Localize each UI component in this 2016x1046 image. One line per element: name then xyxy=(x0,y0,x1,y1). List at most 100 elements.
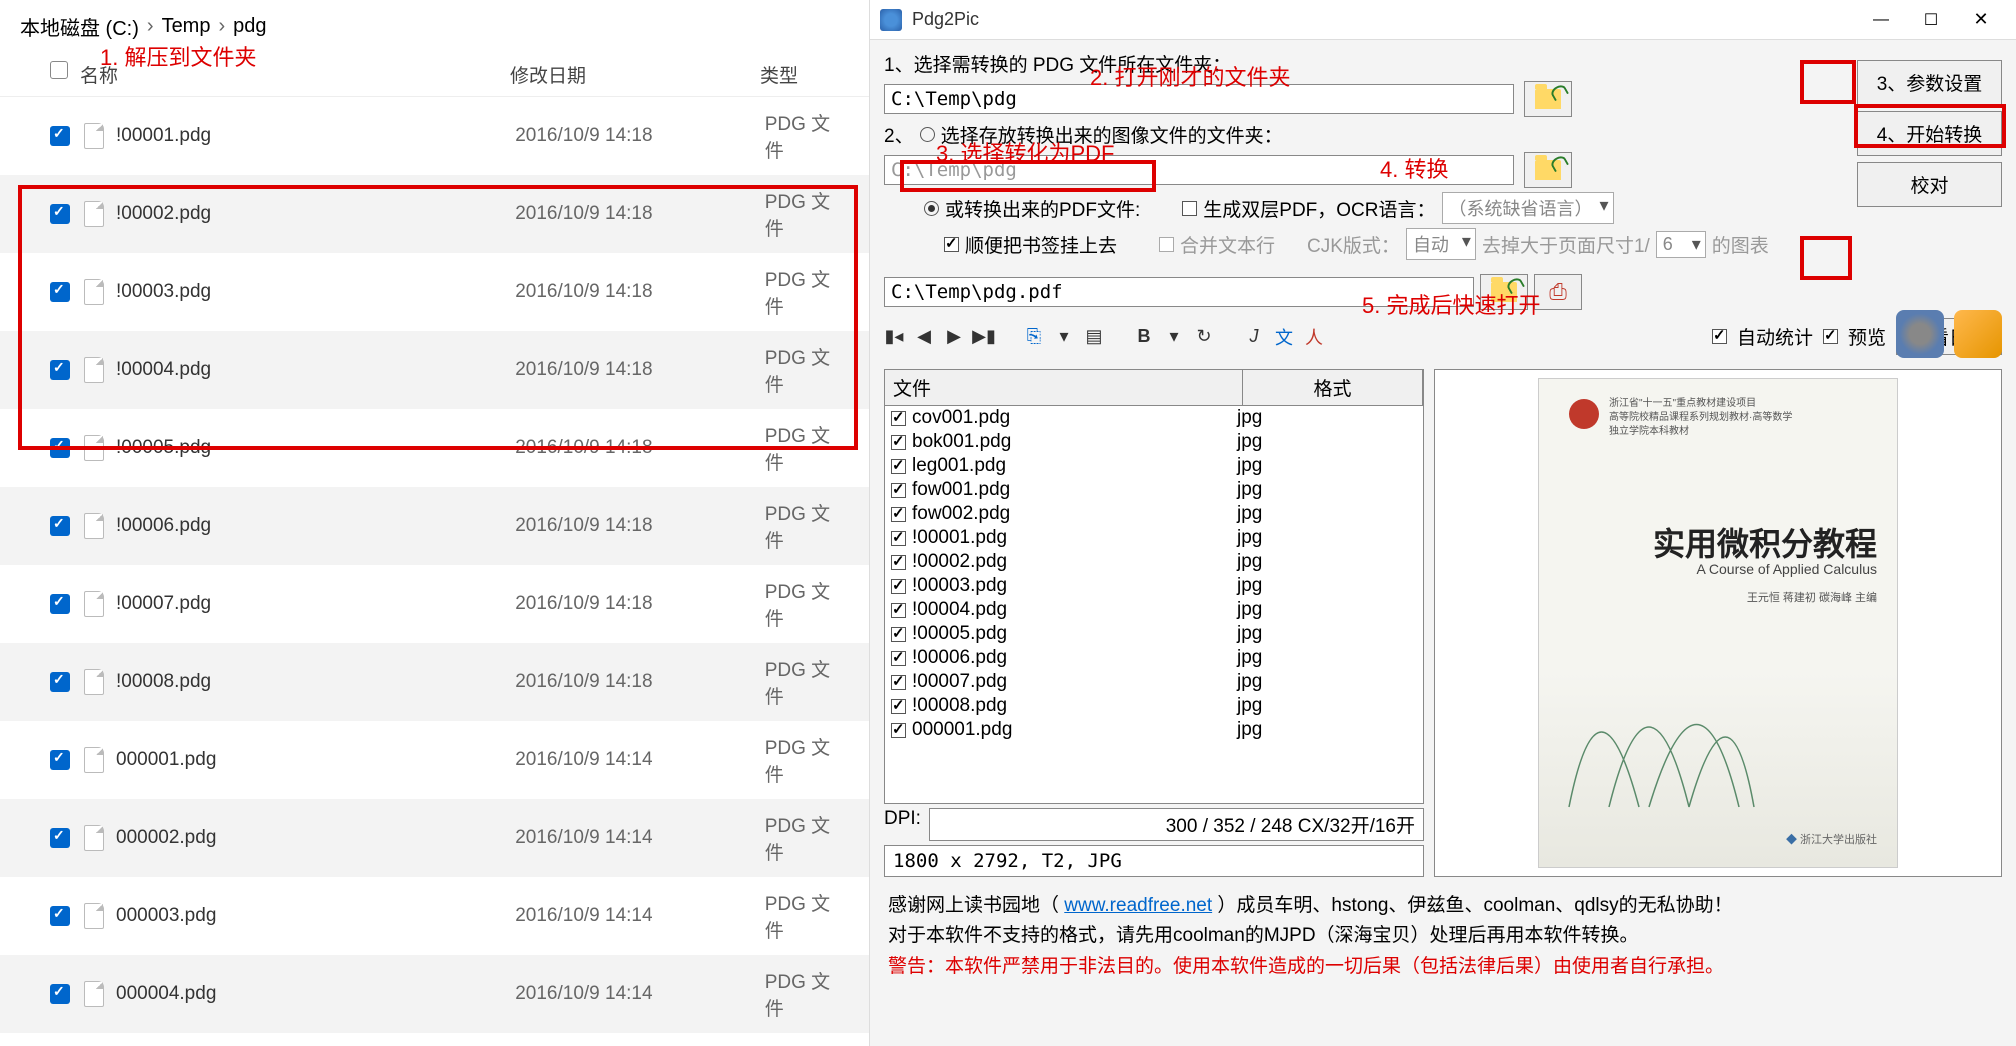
prev-icon[interactable]: ◀ xyxy=(914,327,934,347)
list-checkbox[interactable] xyxy=(891,411,906,426)
file-date: 2016/10/9 14:18 xyxy=(515,515,765,537)
params-button[interactable]: 3、参数设置 xyxy=(1857,60,2002,105)
preview-checkbox[interactable] xyxy=(1823,329,1838,344)
list-row[interactable]: !00008.pdg jpg xyxy=(885,694,1423,718)
ocr-language-select[interactable]: （系统缺省语言） xyxy=(1442,192,1614,224)
rotate-icon[interactable]: ↻ xyxy=(1194,327,1214,347)
readfree-link[interactable]: www.readfree.net xyxy=(1064,895,1212,916)
list-checkbox[interactable] xyxy=(891,579,906,594)
settings-icon[interactable] xyxy=(1896,310,1944,358)
browse-output-button[interactable] xyxy=(1524,152,1572,188)
list-checkbox[interactable] xyxy=(891,435,906,450)
list-row[interactable]: cov001.pdg jpg xyxy=(885,406,1423,430)
pdf-icon[interactable]: 人 xyxy=(1304,327,1324,347)
list-row[interactable]: !00002.pdg jpg xyxy=(885,550,1423,574)
proofread-button[interactable]: 校对 xyxy=(1857,162,2002,207)
dual-pdf-checkbox[interactable] xyxy=(1182,201,1197,216)
file-row[interactable]: !00001.pdg 2016/10/9 14:18 PDG 文件 xyxy=(0,97,869,175)
file-row[interactable]: !00005.pdg 2016/10/9 14:18 PDG 文件 xyxy=(0,409,869,487)
file-row[interactable]: !00003.pdg 2016/10/9 14:18 PDG 文件 xyxy=(0,253,869,331)
list-checkbox[interactable] xyxy=(891,651,906,666)
minimize-button[interactable] xyxy=(1856,5,1906,35)
auto-stat-checkbox[interactable] xyxy=(1712,329,1727,344)
next-icon[interactable]: ▶ xyxy=(944,327,964,347)
list-checkbox[interactable] xyxy=(891,675,906,690)
file-row[interactable]: 000004.pdg 2016/10/9 14:14 PDG 文件 xyxy=(0,955,869,1033)
file-checkbox[interactable] xyxy=(50,594,70,614)
list-checkbox[interactable] xyxy=(891,699,906,714)
file-row[interactable]: 000002.pdg 2016/10/9 14:14 PDG 文件 xyxy=(0,799,869,877)
list-checkbox[interactable] xyxy=(891,723,906,738)
list-row[interactable]: fow001.pdg jpg xyxy=(885,478,1423,502)
file-checkbox[interactable] xyxy=(50,360,70,380)
file-checkbox[interactable] xyxy=(50,282,70,302)
output-pdf-radio[interactable] xyxy=(924,201,939,216)
close-button[interactable] xyxy=(1956,5,2006,35)
cjk-select[interactable]: 自动 xyxy=(1406,228,1476,260)
breadcrumb-part[interactable]: Temp xyxy=(162,15,211,38)
file-checkbox[interactable] xyxy=(50,828,70,848)
first-icon[interactable]: ▮◂ xyxy=(884,327,904,347)
stack-icon[interactable]: ▤ xyxy=(1084,327,1104,347)
file-row[interactable]: 000005.pdg 2016/10/9 14:14 PDG 文件 xyxy=(0,1033,869,1046)
italic-icon[interactable]: J xyxy=(1244,327,1264,347)
file-row[interactable]: 000003.pdg 2016/10/9 14:14 PDG 文件 xyxy=(0,877,869,955)
font-icon[interactable]: 文 xyxy=(1274,327,1294,347)
bookmark-checkbox[interactable] xyxy=(944,237,959,252)
list-checkbox[interactable] xyxy=(891,507,906,522)
file-row[interactable]: 000001.pdg 2016/10/9 14:14 PDG 文件 xyxy=(0,721,869,799)
list-checkbox[interactable] xyxy=(891,483,906,498)
open-pdf-button[interactable]: ⎙ xyxy=(1534,274,1582,310)
file-row[interactable]: !00004.pdg 2016/10/9 14:18 PDG 文件 xyxy=(0,331,869,409)
file-checkbox[interactable] xyxy=(50,438,70,458)
file-checkbox[interactable] xyxy=(50,906,70,926)
list-header-file[interactable]: 文件 xyxy=(885,370,1243,405)
list-file-name: !00007.pdg xyxy=(912,671,1237,693)
output-images-radio[interactable] xyxy=(920,127,935,142)
file-row[interactable]: !00002.pdg 2016/10/9 14:18 PDG 文件 xyxy=(0,175,869,253)
list-row[interactable]: !00005.pdg jpg xyxy=(885,622,1423,646)
list-row[interactable]: !00004.pdg jpg xyxy=(885,598,1423,622)
chevron-down-icon[interactable]: ▾ xyxy=(1164,327,1184,347)
merge-text-checkbox[interactable] xyxy=(1159,237,1174,252)
file-checkbox[interactable] xyxy=(50,672,70,692)
file-checkbox[interactable] xyxy=(50,984,70,1004)
remove-large-select[interactable]: 6 xyxy=(1656,231,1706,258)
list-checkbox[interactable] xyxy=(891,627,906,642)
file-checkbox[interactable] xyxy=(50,750,70,770)
chevron-down-icon[interactable]: ▾ xyxy=(1054,327,1074,347)
file-checkbox[interactable] xyxy=(50,516,70,536)
copy-icon[interactable]: ⎘ xyxy=(1024,327,1044,347)
browse-source-button[interactable] xyxy=(1524,81,1572,117)
list-row[interactable]: 000001.pdg jpg xyxy=(885,718,1423,742)
cjk-label: CJK版式： xyxy=(1307,231,1400,258)
start-convert-button[interactable]: 4、开始转换 xyxy=(1857,111,2002,156)
list-row[interactable]: fow002.pdg jpg xyxy=(885,502,1423,526)
list-row[interactable]: !00007.pdg jpg xyxy=(885,670,1423,694)
list-row[interactable]: leg001.pdg jpg xyxy=(885,454,1423,478)
tools-icon[interactable] xyxy=(1954,310,2002,358)
last-icon[interactable]: ▶▮ xyxy=(974,327,994,347)
list-row[interactable]: !00001.pdg jpg xyxy=(885,526,1423,550)
list-checkbox[interactable] xyxy=(891,555,906,570)
column-date[interactable]: 修改日期 xyxy=(510,61,760,88)
file-row[interactable]: !00006.pdg 2016/10/9 14:18 PDG 文件 xyxy=(0,487,869,565)
file-checkbox[interactable] xyxy=(50,126,70,146)
pdf-radio-label: 或转换出来的PDF文件: xyxy=(945,195,1140,222)
breadcrumb-part[interactable]: 本地磁盘 (C:) xyxy=(20,12,139,41)
breadcrumb-part[interactable]: pdg xyxy=(233,15,266,38)
select-all-checkbox[interactable] xyxy=(50,61,68,79)
file-row[interactable]: !00007.pdg 2016/10/9 14:18 PDG 文件 xyxy=(0,565,869,643)
list-row[interactable]: !00006.pdg jpg xyxy=(885,646,1423,670)
list-header-format[interactable]: 格式 xyxy=(1243,370,1423,405)
list-checkbox[interactable] xyxy=(891,459,906,474)
bold-icon[interactable]: B xyxy=(1134,327,1154,347)
file-checkbox[interactable] xyxy=(50,204,70,224)
list-checkbox[interactable] xyxy=(891,531,906,546)
file-row[interactable]: !00008.pdg 2016/10/9 14:18 PDG 文件 xyxy=(0,643,869,721)
maximize-button[interactable] xyxy=(1906,5,1956,35)
list-row[interactable]: !00003.pdg jpg xyxy=(885,574,1423,598)
column-type[interactable]: 类型 xyxy=(760,61,849,88)
list-row[interactable]: bok001.pdg jpg xyxy=(885,430,1423,454)
list-checkbox[interactable] xyxy=(891,603,906,618)
